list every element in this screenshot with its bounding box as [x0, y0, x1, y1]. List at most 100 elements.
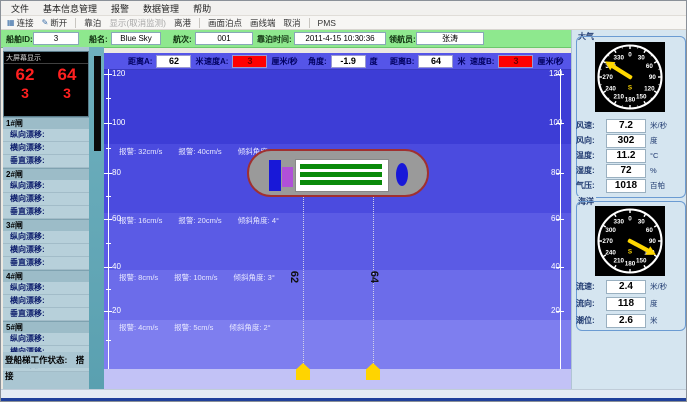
toolbar: ▦连接 ✎断开 靠泊 显示(取消监测) 离港 画面泊点 画线端 取消 PMS	[1, 15, 687, 30]
section-header-2: 2#闸	[3, 168, 89, 180]
ship-id-label: 船舶ID:	[6, 34, 33, 45]
distance-a-unit: 米	[195, 56, 203, 67]
humidity-value: 72	[606, 164, 646, 178]
cancel-button[interactable]: 取消	[284, 17, 301, 29]
svg-text:270: 270	[602, 74, 613, 81]
berthing-chart: 距离A: 62 米 速度A: 3 厘米/秒 角度: -1.9 度 距离B: 64…	[104, 53, 571, 391]
axis-minor-tick	[106, 340, 111, 341]
list-item: 垂直漂移:	[3, 155, 89, 168]
berth-time-label: 靠泊时间:	[257, 34, 292, 45]
toolbar-separator	[309, 18, 310, 28]
axis-label: 80	[112, 168, 121, 177]
axis-tick	[104, 173, 112, 174]
list-item: 垂直漂移:	[3, 257, 89, 270]
wind-speed-value: 7.2	[606, 119, 646, 133]
deck-stripe	[300, 180, 382, 185]
list-item: 横向漂移:	[3, 244, 89, 257]
axis-label: 40	[551, 262, 560, 271]
svg-text:90: 90	[649, 238, 657, 245]
speed-a-label: 速度A:	[204, 56, 228, 67]
tide-level-unit: 米	[650, 315, 658, 326]
pilot-label: 领航员:	[389, 34, 416, 45]
svg-text:240: 240	[605, 85, 616, 92]
axis-label: 120	[549, 69, 562, 78]
alarm-speed-b: 报警: 20cm/s	[178, 215, 221, 226]
section-header-3: 3#闸	[3, 219, 89, 231]
south-mark: S	[628, 249, 632, 256]
ship-name-label: 船名:	[89, 34, 108, 45]
menu-basic-info[interactable]: 基本信息管理	[43, 2, 97, 15]
ship-info-bar: 船舶ID: 3 船名: Blue Sky 航次: 001 靠泊时间: 2011-…	[1, 30, 571, 48]
list-item: 横向漂移:	[3, 295, 89, 308]
voyage-field[interactable]: 001	[195, 32, 253, 45]
menu-help[interactable]: 帮助	[193, 2, 211, 15]
disconnect-button[interactable]: ✎断开	[42, 17, 68, 29]
humidity-label: 湿度:	[576, 165, 606, 176]
menu-alarm[interactable]: 报警	[111, 2, 129, 15]
svg-text:270: 270	[602, 238, 613, 245]
disconnect-icon: ✎	[42, 18, 49, 27]
display-cancel-monitor-button[interactable]: 显示(取消监测)	[109, 17, 166, 29]
svg-text:60: 60	[646, 63, 654, 70]
draw-line-button[interactable]: 画线端	[250, 17, 276, 29]
alarm-angle: 倾斜角度: 3°	[234, 272, 275, 283]
speed-a-readout: 3	[21, 85, 29, 101]
depart-button[interactable]: 离港	[174, 17, 191, 29]
speed-b-label: 速度B:	[470, 56, 494, 67]
divider-scrollbar[interactable]	[94, 56, 101, 151]
svg-text:30: 30	[638, 55, 646, 62]
big-screen-title: 大屏幕显示	[4, 52, 88, 64]
axis-tick	[104, 74, 112, 75]
alarm-speed-a: 报警: 16cm/s	[119, 215, 162, 226]
axis-label: 100	[112, 118, 125, 127]
list-item: 横向漂移:	[3, 142, 89, 155]
right-panel: 大气	[571, 30, 687, 398]
svg-text:0: 0	[628, 52, 632, 59]
ship-id-field[interactable]: 3	[33, 32, 79, 45]
draw-berth-point-button[interactable]: 画面泊点	[208, 17, 242, 29]
axis-label: 40	[112, 262, 121, 271]
berth-time-field[interactable]: 2011-4-15 10:30:36	[294, 32, 386, 45]
axis-minor-tick	[106, 98, 111, 99]
dock-band	[104, 369, 571, 391]
speed-a-unit: 厘米/秒	[271, 56, 297, 67]
ship-bow	[396, 163, 408, 186]
ship-name-field[interactable]: Blue Sky	[111, 32, 161, 45]
connect-button[interactable]: ▦连接	[7, 17, 34, 29]
ship-cargo-deck	[295, 159, 389, 192]
deck-stripe	[300, 164, 382, 169]
list-item: 垂直漂移:	[3, 206, 89, 219]
app-window: 文件 基本信息管理 报警 数据管理 帮助 ▦连接 ✎断开 靠泊 显示(取消监测)…	[0, 0, 687, 402]
wind-speed-label: 风速:	[576, 120, 606, 131]
berth-button[interactable]: 靠泊	[84, 17, 101, 29]
ship-shape	[247, 149, 429, 197]
alarm-zone-band	[104, 69, 571, 144]
axis-label: 120	[112, 69, 125, 78]
menu-file[interactable]: 文件	[11, 2, 29, 15]
param-strip: 距离A: 62 米 速度A: 3 厘米/秒 角度: -1.9 度 距离B: 64…	[104, 53, 571, 70]
distance-b-unit: 米	[457, 56, 465, 67]
angle-box: -1.9	[331, 55, 366, 68]
section-header-1: 1#闸	[3, 117, 89, 129]
axis-label: 20	[112, 306, 121, 315]
current-gauge: 030 6090 120150 180210 240270 300330 S	[595, 206, 665, 276]
alarm-angle: 倾斜角度: 4°	[238, 215, 279, 226]
axis-tick	[104, 123, 112, 124]
wind-dir-value: 302	[606, 134, 646, 148]
menu-data-mgmt[interactable]: 数据管理	[143, 2, 179, 15]
speed-a-box: 3	[232, 55, 267, 68]
svg-text:210: 210	[614, 258, 625, 265]
big-screen-display: 大屏幕显示 62 64 3 3	[3, 51, 89, 117]
speed-b-unit: 厘米/秒	[537, 56, 563, 67]
distance-a-readout: 62	[16, 65, 35, 85]
wind-gauge: 030 6090 120150 180210 240270 300330 S	[595, 42, 665, 112]
connect-icon: ▦	[7, 18, 15, 27]
ship-superstructure	[269, 160, 281, 191]
svg-text:330: 330	[614, 55, 625, 62]
measure-label-a: 62	[288, 271, 300, 283]
pilot-field[interactable]: 张涛	[416, 32, 484, 45]
tide-level-label: 潮位:	[576, 315, 606, 326]
pms-button[interactable]: PMS	[318, 18, 336, 28]
temperature-label: 温度:	[576, 150, 606, 161]
distance-b-readout: 64	[58, 65, 77, 85]
